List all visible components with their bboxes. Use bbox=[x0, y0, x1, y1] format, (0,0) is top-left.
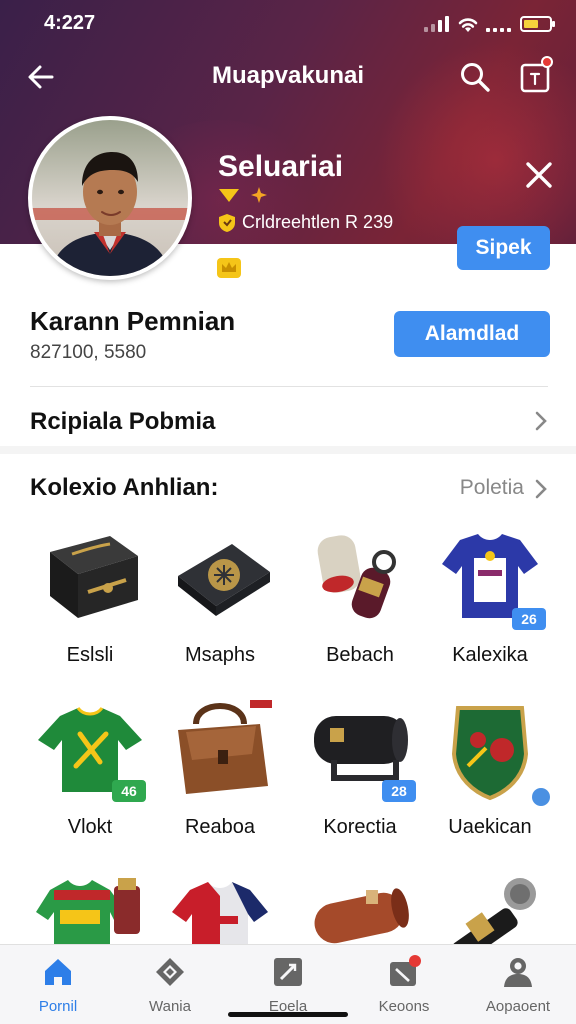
nav-item-wania[interactable]: Wania bbox=[120, 955, 220, 1015]
collection-item[interactable]: Eslsli bbox=[20, 522, 160, 667]
home-indicator bbox=[228, 1012, 348, 1017]
collection-item-name: Msaphs bbox=[184, 644, 256, 666]
primary-action-button[interactable]: Alamdlad bbox=[394, 311, 550, 357]
triangle-rank-icon bbox=[219, 189, 239, 202]
status-dot bbox=[532, 788, 550, 806]
diamond-icon bbox=[156, 958, 184, 986]
search-icon[interactable] bbox=[458, 60, 492, 94]
rank-icons bbox=[218, 186, 268, 204]
collection-header: Kolexio Anhlian: Poletia bbox=[0, 466, 576, 508]
nav-label: Aopaoent bbox=[485, 998, 551, 1015]
item-count-badge: 46 bbox=[112, 780, 146, 802]
close-icon[interactable] bbox=[520, 156, 558, 194]
item-count-badge: 28 bbox=[382, 780, 416, 802]
dark-gift-box-icon bbox=[50, 536, 138, 618]
wifi-icon bbox=[458, 18, 478, 32]
section-subtitle: 827100, 5580 bbox=[30, 342, 147, 363]
collection-item-name: Uaekican bbox=[448, 816, 532, 838]
star-rank-icon bbox=[251, 187, 267, 203]
nav-item-profile[interactable]: Pornil bbox=[8, 955, 108, 1015]
section-name: Karann Pemnian bbox=[30, 306, 236, 336]
capsule-keychain-icon bbox=[317, 535, 396, 619]
player-photo bbox=[32, 120, 188, 276]
chevron-right-icon bbox=[535, 411, 547, 431]
item-count-badge: 26 bbox=[512, 608, 546, 630]
nav-item-aopaoent[interactable]: Aopaoent bbox=[468, 955, 568, 1015]
nav-label: Keoons bbox=[378, 998, 430, 1015]
profile-name: Seluariai bbox=[218, 150, 344, 183]
status-bar: 4:227 bbox=[0, 10, 576, 36]
collection-item-name: Korectia bbox=[323, 816, 397, 838]
top-app-bar: Muapvakunai bbox=[0, 52, 576, 100]
status-time: 4:227 bbox=[44, 12, 96, 34]
nav-item-eoela[interactable]: Eoela bbox=[238, 955, 338, 1015]
list-row-label: Rcipiala Pobmia bbox=[30, 408, 216, 435]
crown-icon bbox=[217, 258, 241, 278]
battery-icon bbox=[520, 16, 555, 32]
home-icon bbox=[45, 959, 71, 985]
shield-badge-icon bbox=[219, 213, 235, 232]
avatar[interactable] bbox=[28, 116, 192, 280]
nav-label: Wania bbox=[149, 998, 191, 1015]
notification-dot bbox=[541, 56, 553, 68]
collection-item[interactable]: Uaekican bbox=[420, 694, 560, 839]
dark-case-icon bbox=[178, 544, 270, 616]
nav-item-keoons[interactable]: Keoons bbox=[354, 955, 454, 1015]
collection-item[interactable]: 28 Korectia bbox=[290, 694, 430, 839]
collection-item[interactable]: 46 Vlokt bbox=[20, 694, 160, 839]
collection-item-name: Vlokt bbox=[67, 816, 113, 838]
list-row-link[interactable]: Rcipiala Pobmia bbox=[0, 396, 576, 446]
profile-subtitle-text: Crldreehtlen R 239 bbox=[242, 212, 394, 232]
profile-subtitle: Crldreehtlen R 239 bbox=[218, 212, 393, 233]
collection-item-name: Eslsli bbox=[66, 644, 114, 666]
collection-item-name: Bebach bbox=[326, 644, 394, 666]
profile-action-button[interactable]: Sipek bbox=[457, 226, 550, 270]
cellular-signal-icon bbox=[424, 16, 449, 32]
collection-item-name: Kalexika bbox=[452, 644, 528, 666]
collection-item[interactable]: 26 Kalexika bbox=[420, 522, 560, 667]
collection-item[interactable]: Reaboa bbox=[150, 694, 290, 839]
leather-bag-icon bbox=[178, 700, 272, 794]
cellular-signal-icon bbox=[486, 16, 511, 32]
crest-shield-icon bbox=[451, 706, 529, 801]
nav-label: Pornil bbox=[38, 998, 78, 1015]
tag-icon bbox=[390, 955, 421, 986]
see-all-link[interactable]: Poletia bbox=[460, 476, 524, 500]
collection-item[interactable]: Msaphs bbox=[150, 522, 290, 667]
pen-square-icon bbox=[274, 958, 302, 986]
divider bbox=[30, 386, 548, 387]
person-icon bbox=[504, 958, 532, 987]
collection-title: Kolexio Anhlian: bbox=[30, 474, 219, 501]
section-separator bbox=[0, 446, 576, 454]
collection-item-name: Reaboa bbox=[184, 816, 256, 838]
collection-item[interactable]: Bebach bbox=[290, 522, 430, 667]
chevron-right-icon[interactable] bbox=[534, 478, 548, 500]
